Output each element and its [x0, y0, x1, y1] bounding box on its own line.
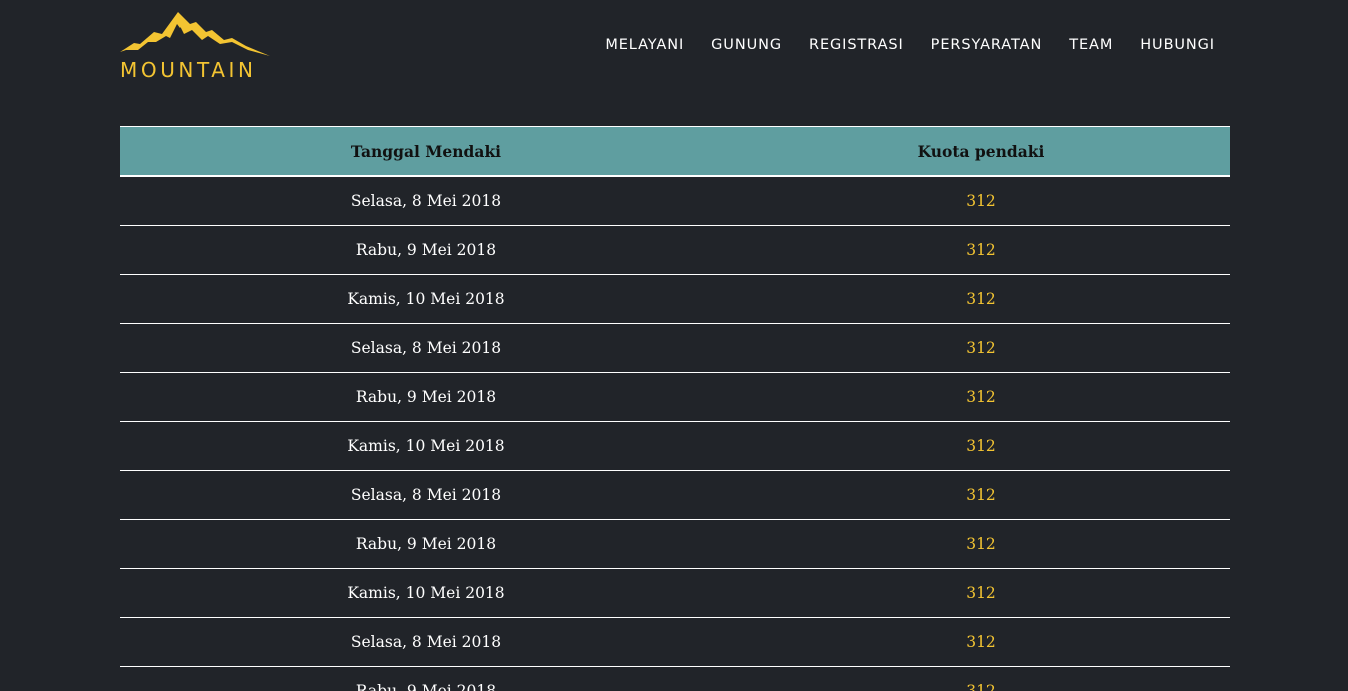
- climber-quota: 312: [732, 372, 1230, 422]
- climb-date: Selasa, 8 Mei 2018: [120, 323, 732, 373]
- climb-date: Rabu, 9 Mei 2018: [120, 225, 732, 275]
- climb-date: Rabu, 9 Mei 2018: [120, 519, 732, 569]
- climber-quota: 312: [732, 568, 1230, 618]
- climb-date: Kamis, 10 Mei 2018: [120, 274, 732, 324]
- nav-item-team[interactable]: TEAM: [1069, 34, 1113, 56]
- table-row: Kamis, 10 Mei 2018 312: [120, 421, 1230, 471]
- column-header-quota: Kuota pendaki: [732, 126, 1230, 177]
- table-row: Rabu, 9 Mei 2018 312: [120, 519, 1230, 569]
- climber-quota: 312: [732, 323, 1230, 373]
- nav-item-melayani[interactable]: MELAYANI: [605, 34, 684, 56]
- climber-quota: 312: [732, 274, 1230, 324]
- table-row: Selasa, 8 Mei 2018 312: [120, 617, 1230, 667]
- table-row: Rabu, 9 Mei 2018 312: [120, 666, 1230, 691]
- table-header-row: Tanggal Mendaki Kuota pendaki: [120, 126, 1230, 177]
- nav-item-hubungi[interactable]: HUBUNGI: [1140, 34, 1215, 56]
- table-row: Rabu, 9 Mei 2018 312: [120, 225, 1230, 275]
- table-row: Selasa, 8 Mei 2018 312: [120, 470, 1230, 520]
- climber-quota: 312: [732, 470, 1230, 520]
- climb-date: Selasa, 8 Mei 2018: [120, 617, 732, 667]
- climb-date: Rabu, 9 Mei 2018: [120, 666, 732, 691]
- mountain-peaks-icon: [120, 12, 270, 56]
- climb-date: Rabu, 9 Mei 2018: [120, 372, 732, 422]
- nav-item-registrasi[interactable]: REGISTRASI: [809, 34, 904, 56]
- table-row: Selasa, 8 Mei 2018 312: [120, 176, 1230, 226]
- table-row: Selasa, 8 Mei 2018 312: [120, 323, 1230, 373]
- quota-table-container: Tanggal Mendaki Kuota pendaki Selasa, 8 …: [120, 126, 1230, 691]
- climb-date: Kamis, 10 Mei 2018: [120, 568, 732, 618]
- climber-quota: 312: [732, 666, 1230, 691]
- climber-quota: 312: [732, 225, 1230, 275]
- nav-item-persyaratan[interactable]: PERSYARATAN: [931, 34, 1043, 56]
- brand-logo[interactable]: MOUNTAIN: [120, 12, 270, 82]
- site-header: MOUNTAIN MELAYANI GUNUNG REGISTRASI PERS…: [0, 0, 1348, 100]
- column-header-date: Tanggal Mendaki: [120, 126, 732, 177]
- climb-date: Selasa, 8 Mei 2018: [120, 470, 732, 520]
- nav-item-gunung[interactable]: GUNUNG: [711, 34, 782, 56]
- brand-name: MOUNTAIN: [120, 58, 257, 82]
- climb-date: Selasa, 8 Mei 2018: [120, 176, 732, 226]
- table-row: Kamis, 10 Mei 2018 312: [120, 568, 1230, 618]
- climber-quota: 312: [732, 617, 1230, 667]
- climb-date: Kamis, 10 Mei 2018: [120, 421, 732, 471]
- quota-table: Tanggal Mendaki Kuota pendaki Selasa, 8 …: [120, 126, 1230, 691]
- table-row: Kamis, 10 Mei 2018 312: [120, 274, 1230, 324]
- climber-quota: 312: [732, 519, 1230, 569]
- climber-quota: 312: [732, 176, 1230, 226]
- main-nav: MELAYANI GUNUNG REGISTRASI PERSYARATAN T…: [578, 34, 1215, 56]
- table-row: Rabu, 9 Mei 2018 312: [120, 372, 1230, 422]
- climber-quota: 312: [732, 421, 1230, 471]
